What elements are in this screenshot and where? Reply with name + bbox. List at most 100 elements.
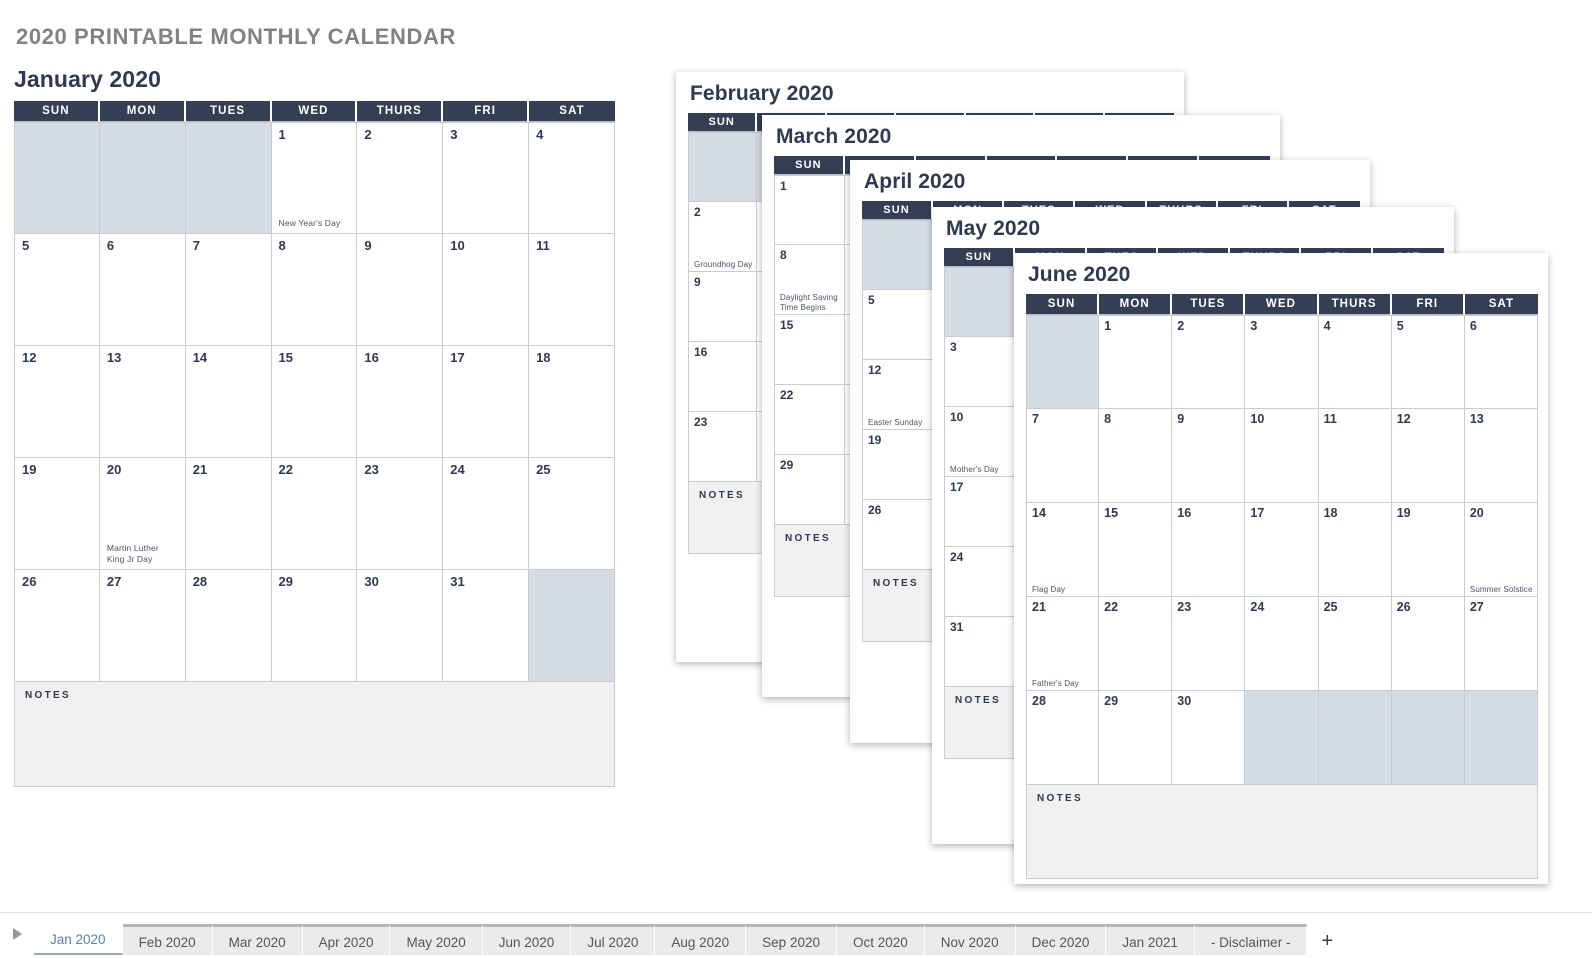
- calendar-cell-day[interactable]: 9: [357, 234, 444, 346]
- calendar-cell-day[interactable]: 17: [944, 477, 1016, 547]
- calendar-cell-day[interactable]: 24: [944, 547, 1016, 617]
- calendar-cell-day[interactable]: 7: [185, 234, 272, 346]
- calendar-cell-day[interactable]: 29: [774, 455, 845, 525]
- calendar-cell-day[interactable]: 23: [1172, 597, 1246, 691]
- calendar-cell-day[interactable]: 10: [1245, 409, 1319, 503]
- sheet-tab-may-2020[interactable]: May 2020: [390, 924, 483, 955]
- calendar-cell-day[interactable]: 2: [357, 122, 444, 234]
- calendar-cell-day[interactable]: 16: [1172, 503, 1246, 597]
- add-sheet-button[interactable]: +: [1307, 924, 1349, 955]
- day-number: 19: [22, 462, 37, 477]
- calendar-cell-day[interactable]: 9: [1172, 409, 1246, 503]
- notes-section-june[interactable]: NOTES: [1026, 785, 1538, 879]
- calendar-card-june[interactable]: June 2020 SUN MON TUES WED THURS FRI SAT 1 2 3 4 5 6 7…: [1014, 253, 1548, 884]
- calendar-cell-day[interactable]: 1: [1099, 315, 1173, 409]
- calendar-cell-day[interactable]: 21 Father's Day: [1026, 597, 1100, 691]
- calendar-cell-day[interactable]: 3: [443, 122, 530, 234]
- calendar-cell-day[interactable]: 23: [688, 412, 758, 482]
- calendar-cell-day[interactable]: 23: [357, 458, 444, 570]
- calendar-cell-day[interactable]: 19: [14, 458, 100, 570]
- calendar-cell-day[interactable]: 22: [1099, 597, 1173, 691]
- calendar-cell-day[interactable]: 31: [944, 617, 1016, 687]
- sheet-tab-dec-2020[interactable]: Dec 2020: [1015, 924, 1107, 955]
- calendar-cell-day[interactable]: 6: [99, 234, 186, 346]
- sheet-tab-apr-2020[interactable]: Apr 2020: [302, 924, 391, 955]
- calendar-cell-day[interactable]: 27: [1464, 597, 1538, 691]
- calendar-cell-day[interactable]: 3: [944, 337, 1016, 407]
- calendar-cell-day[interactable]: 1: [774, 175, 845, 245]
- sheet-tab-jul-2020[interactable]: Jul 2020: [571, 924, 656, 955]
- calendar-cell-day[interactable]: 24: [1245, 597, 1319, 691]
- calendar-cell-day[interactable]: 13: [99, 346, 186, 458]
- calendar-cell-day[interactable]: 26: [862, 500, 934, 570]
- calendar-cell-day[interactable]: 26: [14, 570, 100, 682]
- calendar-cell-day[interactable]: 25: [529, 458, 615, 570]
- calendar-cell-day[interactable]: 17: [1245, 503, 1319, 597]
- calendar-cell-day[interactable]: 22: [271, 458, 358, 570]
- calendar-cell-day[interactable]: 12: [14, 346, 100, 458]
- sheet-tab-oct-2020[interactable]: Oct 2020: [836, 924, 925, 955]
- day-number: 13: [106, 350, 122, 365]
- calendar-cell-day[interactable]: 5: [14, 234, 100, 346]
- notes-section-january[interactable]: NOTES: [14, 682, 615, 787]
- calendar-cell-day[interactable]: 31: [443, 570, 530, 682]
- calendar-cell-day[interactable]: 8 Daylight Saving Time Begins: [774, 245, 845, 315]
- calendar-cell-day[interactable]: 19: [862, 430, 934, 500]
- sheet-tab-jun-2020[interactable]: Jun 2020: [482, 924, 572, 955]
- calendar-cell-day[interactable]: 29: [271, 570, 358, 682]
- calendar-cell-day[interactable]: 25: [1318, 597, 1392, 691]
- calendar-cell-day[interactable]: 30: [357, 570, 444, 682]
- calendar-cell-day[interactable]: 17: [443, 346, 530, 458]
- calendar-cell-day[interactable]: 24: [443, 458, 530, 570]
- sheet-tab-feb-2020[interactable]: Feb 2020: [122, 924, 213, 955]
- sheet-tab-sep-2020[interactable]: Sep 2020: [746, 924, 837, 955]
- calendar-cell-day[interactable]: 4: [529, 122, 615, 234]
- sheet-tab-aug-2020[interactable]: Aug 2020: [655, 924, 747, 955]
- calendar-cell-day[interactable]: 12: [1391, 409, 1465, 503]
- calendar-cell-day[interactable]: 28: [1026, 691, 1100, 785]
- calendar-cell-day[interactable]: 1 New Year's Day: [271, 122, 358, 234]
- sheet-tab-jan-2021[interactable]: Jan 2021: [1106, 924, 1195, 955]
- calendar-cell-day[interactable]: 3: [1245, 315, 1319, 409]
- calendar-cell-day[interactable]: 16: [688, 342, 758, 412]
- triangle-right-icon[interactable]: [0, 913, 34, 955]
- calendar-cell-day[interactable]: 4: [1318, 315, 1392, 409]
- calendar-cell-day[interactable]: 13: [1464, 409, 1538, 503]
- calendar-cell-day[interactable]: 22: [774, 385, 845, 455]
- calendar-cell-day[interactable]: 10 Mother's Day: [944, 407, 1016, 477]
- calendar-cell-day[interactable]: 29: [1099, 691, 1173, 785]
- calendar-cell-day[interactable]: 2 Groundhog Day: [688, 202, 758, 272]
- calendar-cell-day[interactable]: 28: [185, 570, 272, 682]
- calendar-cell-day[interactable]: 5: [1391, 315, 1465, 409]
- calendar-cell-day[interactable]: 26: [1391, 597, 1465, 691]
- calendar-cell-day[interactable]: 16: [357, 346, 444, 458]
- calendar-cell-day[interactable]: 27: [99, 570, 186, 682]
- calendar-cell-day[interactable]: 12 Easter Sunday: [862, 360, 934, 430]
- calendar-cell-day[interactable]: 8: [271, 234, 358, 346]
- calendar-cell-day[interactable]: 20 Summer Solstice: [1464, 503, 1538, 597]
- calendar-cell-day[interactable]: 8: [1099, 409, 1173, 503]
- calendar-cell-day[interactable]: 5: [862, 290, 934, 360]
- calendar-cell-day[interactable]: 10: [443, 234, 530, 346]
- sheet-tab-disclaimer[interactable]: - Disclaimer -: [1194, 924, 1308, 955]
- calendar-cell-day[interactable]: 7: [1026, 409, 1100, 503]
- sheet-tab-mar-2020[interactable]: Mar 2020: [212, 924, 303, 955]
- calendar-cell-day[interactable]: 18: [1318, 503, 1392, 597]
- calendar-cell-day[interactable]: 14: [185, 346, 272, 458]
- calendar-cell-day[interactable]: 15: [774, 315, 845, 385]
- calendar-cell-day[interactable]: 30: [1172, 691, 1246, 785]
- calendar-cell-day[interactable]: 18: [529, 346, 615, 458]
- calendar-cell-day[interactable]: 6: [1464, 315, 1538, 409]
- calendar-cell-day[interactable]: 19: [1391, 503, 1465, 597]
- sheet-tab-jan-2020[interactable]: Jan 2020: [34, 922, 123, 955]
- calendar-cell-day[interactable]: 11: [1318, 409, 1392, 503]
- calendar-cell-day[interactable]: 9: [688, 272, 758, 342]
- calendar-cell-day[interactable]: 21: [185, 458, 272, 570]
- calendar-cell-day[interactable]: 15: [271, 346, 358, 458]
- calendar-cell-day[interactable]: 2: [1172, 315, 1246, 409]
- calendar-cell-day[interactable]: 20 Martin Luther King Jr Day: [99, 458, 186, 570]
- calendar-cell-day[interactable]: 15: [1099, 503, 1173, 597]
- sheet-tab-nov-2020[interactable]: Nov 2020: [924, 924, 1016, 955]
- calendar-cell-day[interactable]: 11: [529, 234, 615, 346]
- calendar-cell-day[interactable]: 14 Flag Day: [1026, 503, 1100, 597]
